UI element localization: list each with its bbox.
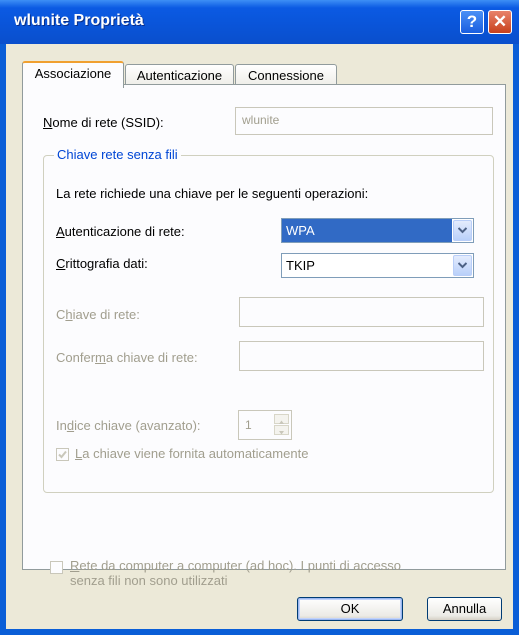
tab-panel-associazione: Nome di rete (SSID): wlunite Chiave rete… (22, 84, 506, 588)
adhoc-label: Rete da computer a computer (ad hoc). I … (70, 558, 401, 588)
ok-button[interactable]: OK (297, 597, 403, 621)
properties-dialog: wlunite Proprietà ? ✕ Associazione Auten… (0, 0, 519, 635)
key-index-spinner: 1 (238, 410, 292, 440)
tab-associazione[interactable]: Associazione (22, 61, 124, 88)
confirm-key-label: Conferma chiave di rete: (56, 350, 198, 365)
data-encryption-label: Crittografia dati: (56, 256, 148, 271)
data-encryption-value: TKIP (286, 258, 315, 273)
data-encryption-select[interactable]: TKIP (281, 253, 474, 278)
wireless-key-group: Chiave rete senza fili La rete richiede … (43, 147, 494, 493)
ssid-label: Nome di rete (SSID): (43, 115, 164, 130)
ssid-field: wlunite (235, 107, 493, 135)
checkmark-icon (58, 450, 67, 459)
dialog-body: Associazione Autenticazione Connessione … (6, 44, 513, 629)
network-auth-value: WPA (282, 219, 452, 242)
dropdown-arrow-icon[interactable] (453, 220, 472, 241)
window-title: wlunite Proprietà (14, 12, 144, 29)
confirm-key-field (239, 341, 484, 371)
network-key-label: Chiave di rete: (56, 307, 140, 322)
network-auth-select[interactable]: WPA (281, 218, 474, 243)
auto-key-label: La chiave viene fornita automaticamente (75, 446, 309, 461)
ssid-value: wlunite (242, 113, 280, 127)
auto-key-checkbox (56, 448, 69, 461)
network-auth-label: Autenticazione di rete: (56, 224, 185, 239)
spin-up-icon (274, 414, 289, 424)
key-description: La rete richiede una chiave per le segue… (56, 186, 369, 201)
group-legend: Chiave rete senza fili (54, 147, 181, 162)
adhoc-checkbox (50, 561, 63, 574)
close-button[interactable]: ✕ (488, 10, 512, 34)
dropdown-arrow-icon[interactable] (453, 255, 472, 276)
spin-down-icon (274, 425, 289, 435)
network-key-field (239, 297, 484, 327)
help-button[interactable]: ? (460, 10, 484, 34)
key-index-label: Indice chiave (avanzato): (56, 418, 201, 433)
cancel-button[interactable]: Annulla (427, 597, 502, 621)
title-bar[interactable]: wlunite Proprietà ? ✕ (0, 0, 519, 44)
key-index-value: 1 (245, 418, 252, 432)
